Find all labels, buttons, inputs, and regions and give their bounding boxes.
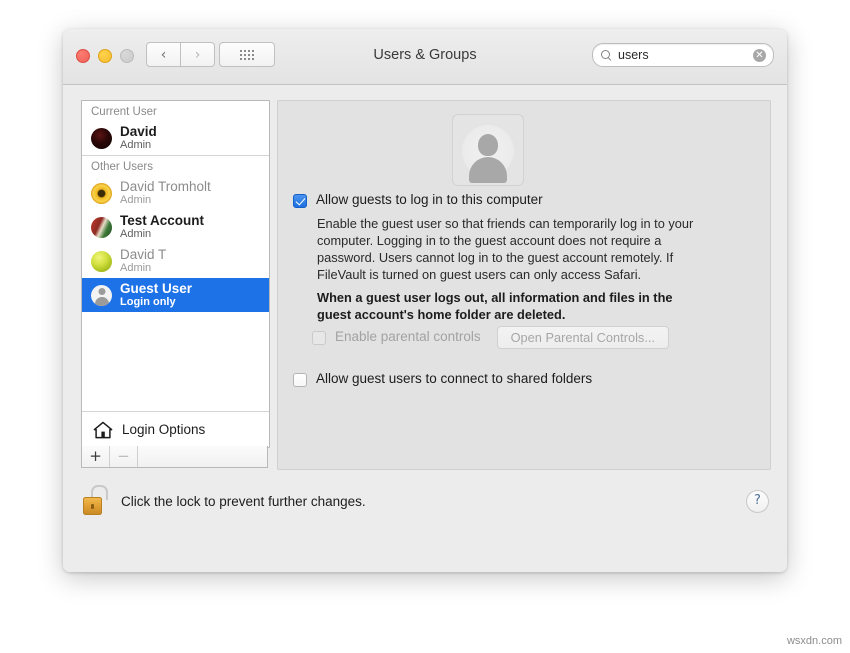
- lock-instruction-text: Click the lock to prevent further change…: [121, 493, 366, 509]
- enable-parental-controls-label: Enable parental controls: [335, 329, 481, 345]
- allow-shared-folders-checkbox[interactable]: [293, 373, 307, 387]
- help-button[interactable]: ?: [746, 489, 769, 513]
- home-icon: [93, 421, 113, 438]
- allow-guests-login-checkbox-row[interactable]: Allow guests to log in to this computer: [293, 192, 543, 208]
- search-input[interactable]: [618, 48, 738, 62]
- user-role: Admin: [120, 194, 152, 207]
- watermark: wsxdn.com: [786, 635, 842, 647]
- sunflower-avatar: [91, 182, 112, 204]
- user-role: Login only: [120, 296, 176, 309]
- user-name: David Tromholt: [120, 179, 211, 195]
- other-users-header: Other Users: [91, 161, 153, 173]
- remove-user-button: −: [110, 446, 138, 467]
- shared-folders-checkbox-row[interactable]: Allow guest users to connect to shared f…: [293, 371, 593, 387]
- search-field[interactable]: ✕: [592, 43, 774, 67]
- window-body: Current User David Admin Other Users Dav…: [63, 85, 787, 572]
- dark-sphere-avatar: [91, 127, 112, 149]
- allow-shared-folders-label: Allow guest users to connect to shared f…: [316, 371, 593, 386]
- sidebar-item-guest-user[interactable]: Guest User Login only: [82, 278, 269, 312]
- user-name: Guest User: [120, 281, 193, 297]
- current-user-header: Current User: [91, 106, 157, 118]
- allow-guests-login-checkbox[interactable]: [293, 194, 307, 208]
- users-and-groups-window: ‹ › Users & Groups ✕ Current User: [63, 29, 787, 572]
- unlocked-padlock-icon[interactable]: [81, 485, 108, 517]
- guest-silhouette-avatar: [91, 284, 112, 306]
- green-sphere-avatar: [91, 250, 112, 272]
- open-parental-controls-button: Open Parental Controls...: [496, 326, 669, 349]
- sidebar-item-david-tromholt[interactable]: David Tromholt Admin: [82, 176, 269, 210]
- clear-search-icon[interactable]: ✕: [753, 48, 766, 62]
- enable-parental-controls-checkbox: [312, 331, 326, 345]
- lock-bar: Click the lock to prevent further change…: [81, 485, 769, 517]
- users-list-sidebar: Current User David Admin Other Users Dav…: [81, 100, 270, 448]
- guest-user-settings-panel: Allow guests to log in to this computer …: [277, 100, 771, 470]
- sidebar-footer-bar: + −: [81, 446, 268, 468]
- guest-user-placeholder-avatar[interactable]: [452, 114, 524, 186]
- user-name: David: [120, 124, 157, 140]
- parental-controls-row: Enable parental controls Open Parental C…: [312, 326, 669, 349]
- allow-guests-login-label: Allow guests to log in to this computer: [316, 192, 543, 207]
- sidebar-item-david[interactable]: David Admin: [82, 121, 269, 155]
- guest-description-text: Enable the guest user so that friends ca…: [317, 216, 694, 283]
- window-toolbar: ‹ › Users & Groups ✕: [63, 29, 787, 85]
- user-name: David T: [120, 247, 167, 263]
- guest-warning-text: When a guest user logs out, all informat…: [317, 290, 673, 323]
- login-options-label: Login Options: [122, 422, 206, 437]
- user-role: Admin: [120, 139, 152, 152]
- sidebar-item-test-account[interactable]: Test Account Admin: [82, 210, 269, 244]
- sidebar-item-david-t[interactable]: David T Admin: [82, 244, 269, 278]
- photo-avatar: [91, 216, 112, 238]
- user-role: Admin: [120, 228, 152, 241]
- sidebar-item-login-options[interactable]: Login Options: [82, 411, 269, 447]
- search-icon: [601, 49, 612, 61]
- user-role: Admin: [120, 262, 152, 275]
- add-user-button[interactable]: +: [82, 446, 110, 467]
- user-name: Test Account: [120, 213, 205, 229]
- sidebar-empty-space: [82, 312, 269, 411]
